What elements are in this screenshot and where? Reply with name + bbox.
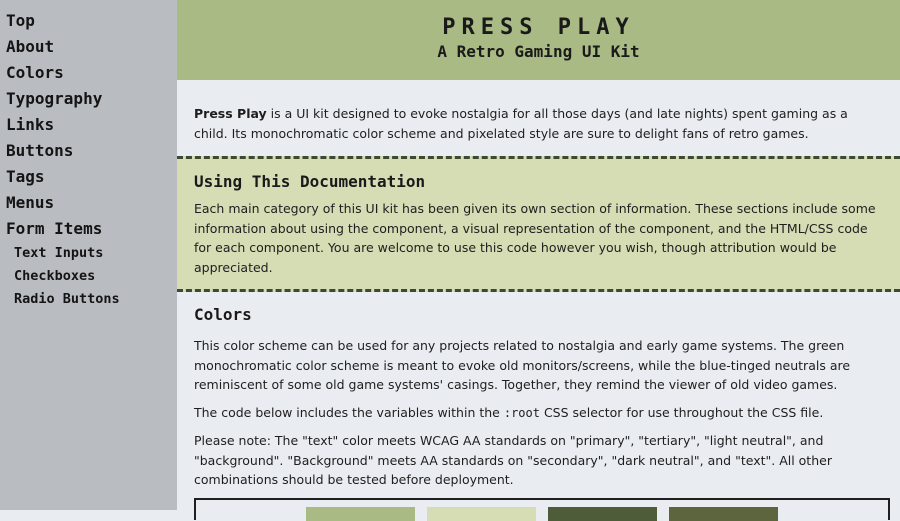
- colors-code-note: The code below includes the variables wi…: [194, 403, 883, 424]
- sidebar-nav: Top About Colors Typography Links Button…: [0, 0, 177, 510]
- page-subtitle: A Retro Gaming UI Kit: [437, 42, 640, 61]
- documentation-heading: Using This Documentation: [194, 172, 426, 191]
- intro-brand-name: Press Play: [194, 106, 267, 121]
- colors-heading: Colors: [194, 305, 252, 324]
- colors-section: Colors This color scheme can be used for…: [177, 292, 900, 490]
- documentation-section: Using This Documentation Each main categ…: [177, 156, 900, 292]
- nav-link-links[interactable]: Links: [0, 112, 177, 138]
- colors-code-note-before: The code below includes the variables wi…: [194, 404, 504, 420]
- colors-description: This color scheme can be used for any pr…: [194, 338, 851, 392]
- nav-list: Top About Colors Typography Links Button…: [0, 0, 177, 311]
- nav-link-tags[interactable]: Tags: [0, 164, 177, 190]
- intro-paragraph: Press Play is a UI kit designed to evoke…: [177, 80, 900, 156]
- color-swatch-primary: [306, 507, 415, 521]
- color-swatch-tertiary: [427, 507, 536, 521]
- nav-link-colors[interactable]: Colors: [0, 60, 177, 86]
- documentation-text: Each main category of this UI kit has be…: [194, 201, 876, 275]
- nav-link-checkboxes[interactable]: Checkboxes: [0, 265, 177, 288]
- intro-text: is a UI kit designed to evoke nostalgia …: [194, 106, 848, 141]
- main-content: PRESS PLAY A Retro Gaming UI Kit Press P…: [177, 0, 900, 521]
- root-selector-code: :root: [503, 405, 540, 420]
- colors-code-note-after: CSS selector for use throughout the CSS …: [539, 404, 824, 420]
- nav-link-form-items[interactable]: Form Items: [0, 216, 177, 242]
- nav-link-radio-buttons[interactable]: Radio Buttons: [0, 288, 177, 311]
- nav-link-top[interactable]: Top: [0, 8, 177, 34]
- colors-accessibility-note: Please note: The "text" color meets WCAG…: [194, 433, 832, 487]
- page-title: PRESS PLAY: [442, 15, 635, 40]
- nav-link-menus[interactable]: Menus: [0, 190, 177, 216]
- color-swatch-panel: [194, 498, 890, 521]
- nav-link-typography[interactable]: Typography: [0, 86, 177, 112]
- nav-link-text-inputs[interactable]: Text Inputs: [0, 242, 177, 265]
- page-header: PRESS PLAY A Retro Gaming UI Kit: [177, 0, 900, 80]
- nav-link-buttons[interactable]: Buttons: [0, 138, 177, 164]
- color-swatch-dark: [669, 507, 778, 521]
- color-swatch-secondary: [548, 507, 657, 521]
- nav-link-about[interactable]: About: [0, 34, 177, 60]
